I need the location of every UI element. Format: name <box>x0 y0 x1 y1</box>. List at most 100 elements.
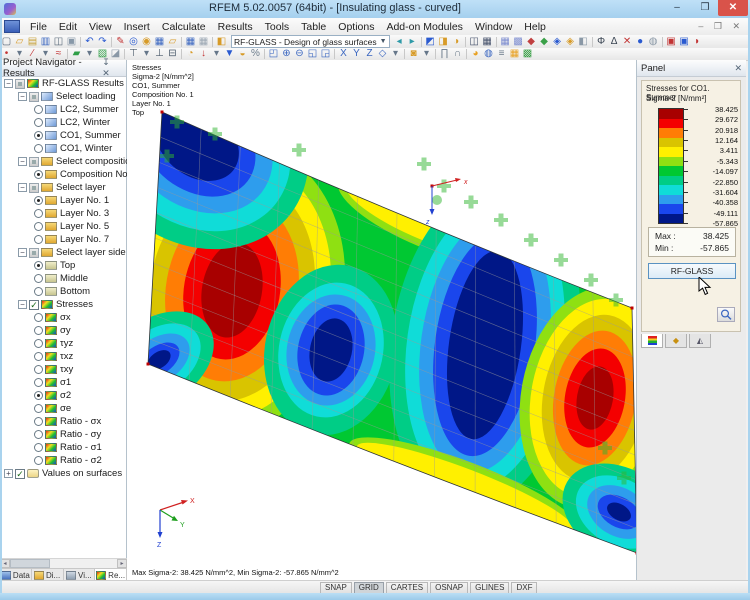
line-hinge-icon[interactable]: ⊟ <box>166 48 179 60</box>
import-model-icon[interactable]: ▤ <box>26 36 39 48</box>
menu-view[interactable]: View <box>83 19 118 35</box>
display-values-icon[interactable]: ≡ <box>495 48 508 60</box>
project-folder-icon[interactable]: ▱ <box>166 36 179 48</box>
tree-item-select-layer-side[interactable]: −Select layer side <box>0 246 127 259</box>
surface-load-icon[interactable]: ▼ <box>223 48 236 60</box>
tree-item-layer-no-1[interactable]: Layer No. 1 <box>0 194 127 207</box>
radio-on[interactable] <box>34 261 43 270</box>
menu-file[interactable]: File <box>24 19 53 35</box>
radio-off[interactable] <box>34 326 43 335</box>
tristate-box[interactable] <box>29 183 39 193</box>
tree-item-ratio-2[interactable]: Ratio - σ2 <box>0 454 127 467</box>
mdi-window-controls[interactable]: – ❒ ✕ <box>698 21 744 32</box>
results-active-icon[interactable]: ◈ <box>564 36 577 48</box>
scroll-right-icon[interactable]: ▸ <box>117 559 127 568</box>
tree-item-select-layer[interactable]: −Select layer <box>0 181 127 194</box>
menu-calculate[interactable]: Calculate <box>156 19 212 35</box>
tab-factors[interactable]: ◆ <box>665 334 687 348</box>
view-x-icon[interactable]: X <box>337 48 350 60</box>
tree-item-select-loading[interactable]: −Select loading <box>0 90 127 103</box>
checkbox-checked[interactable]: ✓ <box>29 300 39 310</box>
delta-tool-icon[interactable]: Δ <box>608 36 621 48</box>
results-blue-icon[interactable]: ◈ <box>551 36 564 48</box>
movie-icon[interactable]: ◫ <box>468 36 481 48</box>
nodal-load-icon[interactable]: ↓ <box>197 48 210 60</box>
statusbar-osnap-button[interactable]: OSNAP <box>430 582 468 594</box>
tree-item-ratio-x[interactable]: Ratio - σx <box>0 415 127 428</box>
zoom-out-icon[interactable]: ⊖ <box>293 48 306 60</box>
info-icon[interactable]: ◍ <box>647 36 660 48</box>
view-iso-icon[interactable]: ◇ <box>376 48 389 60</box>
radio-off[interactable] <box>34 378 43 387</box>
panel-red-icon[interactable]: ▣ <box>665 36 678 48</box>
tristate-box[interactable] <box>15 79 25 89</box>
statusbar-snap-button[interactable]: SNAP <box>320 582 352 594</box>
fe-mesh-icon[interactable]: ▦ <box>499 36 512 48</box>
line-support-icon[interactable]: ⊥ <box>153 48 166 60</box>
results-gray-icon[interactable]: ◧ <box>577 36 590 48</box>
table-hide-icon[interactable]: ▦ <box>197 36 210 48</box>
open-folder-icon[interactable]: ▱ <box>13 36 26 48</box>
tree-item-y[interactable]: σy <box>0 324 127 337</box>
menu-window[interactable]: Window <box>469 19 518 35</box>
menu-tools[interactable]: Tools <box>259 19 296 35</box>
close-button[interactable]: ✕ <box>718 0 748 16</box>
tree-item-top[interactable]: Top <box>0 259 127 272</box>
load-menu-icon[interactable]: ▾ <box>210 48 223 60</box>
radio-off[interactable] <box>34 404 43 413</box>
nav-forward-icon[interactable]: ▸ <box>406 36 419 48</box>
tree-item-layer-no-3[interactable]: Layer No. 3 <box>0 207 127 220</box>
tree-item-lc2-summer[interactable]: LC2, Summer <box>0 103 127 116</box>
statusbar-grid-button[interactable]: GRID <box>354 582 384 594</box>
tab-color-scale[interactable] <box>641 334 663 348</box>
menu-table[interactable]: Table <box>295 19 332 35</box>
statusbar-dxf-button[interactable]: DXF <box>511 582 537 594</box>
tree-item-1[interactable]: σ1 <box>0 376 127 389</box>
rf-glass-button[interactable]: RF-GLASS <box>648 263 736 279</box>
background-layers-icon[interactable]: ◙ <box>407 48 420 60</box>
mail-icon[interactable]: ▦ <box>153 36 166 48</box>
tree-item-xy[interactable]: τxy <box>0 363 127 376</box>
zoom-tool-icon[interactable]: ◎ <box>127 36 140 48</box>
panel-toggle-icon[interactable]: ▦ <box>508 48 521 60</box>
render-mode-icon[interactable]: ◕ <box>469 48 482 60</box>
module-manager-icon[interactable]: ◧ <box>215 36 228 48</box>
fe-mesh-settings-icon[interactable]: ▩ <box>512 36 525 48</box>
tree-item-bottom[interactable]: Bottom <box>0 285 127 298</box>
tree-item-xz[interactable]: τxz <box>0 350 127 363</box>
close-icon[interactable]: ✕ <box>734 63 742 74</box>
iso-view-icon[interactable]: ◱ <box>306 48 319 60</box>
title-bar[interactable]: RFEM 5.02.0057 (64bit) - [Insulating gla… <box>0 0 750 19</box>
view-z-icon[interactable]: Z <box>363 48 376 60</box>
magnifier-button[interactable] <box>717 307 735 322</box>
sphere-view-icon[interactable]: ● <box>634 36 647 48</box>
menu-insert[interactable]: Insert <box>118 19 156 35</box>
radio-off[interactable] <box>34 105 43 114</box>
layers-menu-icon[interactable]: ▾ <box>420 48 433 60</box>
tree-item-co1-summer[interactable]: CO1, Summer <box>0 129 127 142</box>
tab-filter[interactable]: ◭ <box>689 334 711 348</box>
phi-tool-icon[interactable]: Φ <box>595 36 608 48</box>
radio-on[interactable] <box>34 391 43 400</box>
view-y-icon[interactable]: Y <box>350 48 363 60</box>
radio-on[interactable] <box>34 131 43 140</box>
panel-blue-icon[interactable]: ▣ <box>678 36 691 48</box>
minimize-button[interactable]: – <box>664 0 690 16</box>
radio-off[interactable] <box>34 235 43 244</box>
perspective-view-icon[interactable]: ◲ <box>319 48 332 60</box>
tree-item-rf-glass-results[interactable]: −RF-GLASS Results <box>0 77 127 90</box>
view-menu-icon[interactable]: ▾ <box>389 48 402 60</box>
collapse-icon[interactable]: − <box>18 92 27 101</box>
load-case-icon[interactable]: ◔ <box>184 48 197 60</box>
save-file-icon[interactable]: ▥ <box>39 36 52 48</box>
checkbox-checked[interactable]: ✓ <box>15 469 25 479</box>
edit-pen-icon[interactable]: ✎ <box>114 36 127 48</box>
tree-item-x[interactable]: σx <box>0 311 127 324</box>
radio-off[interactable] <box>34 443 43 452</box>
radio-off[interactable] <box>34 339 43 348</box>
copy-image-icon[interactable]: ▣ <box>65 36 78 48</box>
radio-on[interactable] <box>34 170 43 179</box>
radio-off[interactable] <box>34 274 43 283</box>
support-menu-icon[interactable]: ▾ <box>140 48 153 60</box>
collapse-icon[interactable]: − <box>18 248 27 257</box>
